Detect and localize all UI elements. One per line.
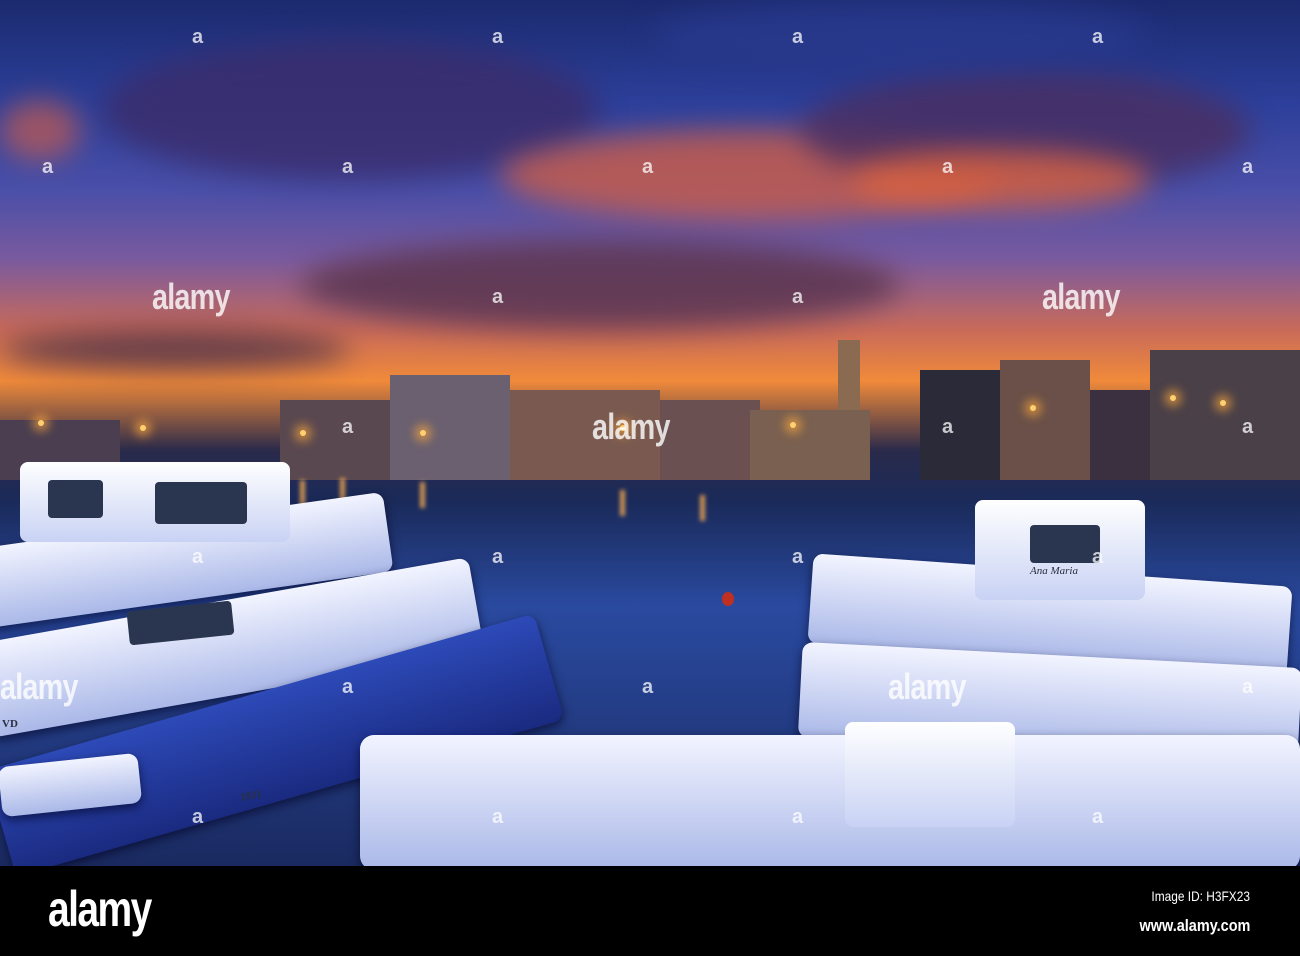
image-id: Image ID: H3FX23 [1151,888,1250,904]
boat-window [155,482,247,524]
watermark-letter: a [792,546,804,568]
building [390,375,510,480]
watermark-letter: a [192,546,204,568]
light-reflection [620,490,625,516]
watermark-letter: a [342,416,354,438]
building [750,410,870,480]
boat-registration: VD [2,718,18,730]
watermark-letter: a [942,156,954,178]
footer-bar: alamy Image ID: H3FX23 www.alamy.com [0,866,1300,956]
watermark-word: alamy [592,406,670,447]
watermark-letter: a [1092,546,1104,568]
watermark-letter: a [642,156,654,178]
watermark-letter: a [1242,676,1254,698]
boat-window [48,480,103,518]
watermark-letter: a [642,676,654,698]
watermark-letter: a [192,26,204,48]
watermark-letter: a [1092,806,1104,828]
street-light [420,430,426,436]
light-reflection [420,482,425,508]
boat-window [1030,525,1100,563]
town-skyline [0,330,1300,480]
watermark-letter: a [492,806,504,828]
watermark-word: alamy [1042,276,1120,317]
building [1000,360,1090,480]
building [280,400,390,480]
website-link[interactable]: www.alamy.com [1139,916,1250,936]
street-light [1220,400,1226,406]
watermark-word: alamy [888,666,966,707]
street-light [300,430,306,436]
watermark-letter: a [42,156,54,178]
boat [360,735,1300,866]
harbor-sunset-photo: 1931 VD Ana Maria a a a a a a a a a a a … [0,0,1300,866]
watermark-letter: a [1242,156,1254,178]
building [1090,390,1150,480]
buoy [722,592,734,606]
boat-hatch [845,722,1015,827]
stock-photo-page: 1931 VD Ana Maria a a a a a a a a a a a … [0,0,1300,956]
watermark-letter: a [492,546,504,568]
boat-name: Ana Maria [1030,565,1078,577]
street-light [790,422,796,428]
light-reflection [700,495,705,521]
building [1150,350,1300,480]
cloud [650,0,1150,70]
street-light [1030,405,1036,411]
cloud [300,240,900,330]
cloud [0,100,80,160]
cloud [850,150,1150,210]
street-light [1170,395,1176,401]
watermark-letter: a [1092,26,1104,48]
watermark-word: alamy [152,276,230,317]
watermark-letter: a [342,156,354,178]
watermark-letter: a [792,286,804,308]
street-light [38,420,44,426]
alamy-logo: alamy [48,881,152,937]
street-light [140,425,146,431]
watermark-letter: a [492,286,504,308]
watermark-letter: a [942,416,954,438]
watermark-letter: a [792,806,804,828]
watermark-letter: a [792,26,804,48]
watermark-letter: a [342,676,354,698]
watermark-letter: a [492,26,504,48]
watermark-word: alamy [0,666,78,707]
watermark-letter: a [1242,416,1254,438]
building [660,400,760,480]
building [920,370,1000,480]
watermark-letter: a [192,806,204,828]
